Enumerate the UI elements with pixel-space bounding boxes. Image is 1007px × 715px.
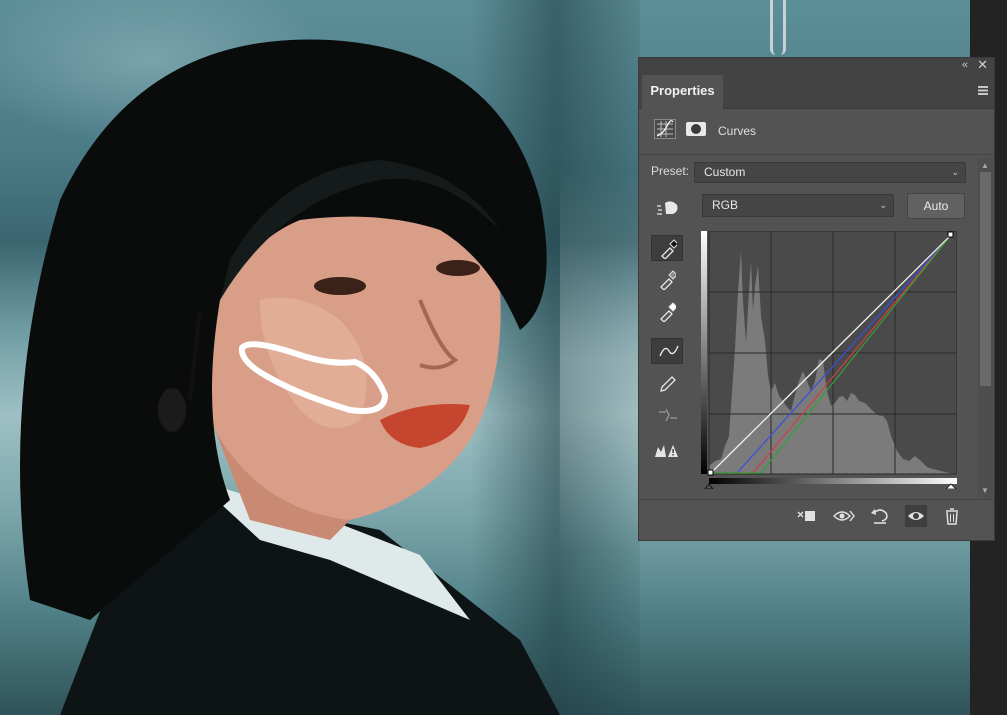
white-point-slider[interactable] [945,483,957,489]
draw-pencil-icon[interactable] [651,371,683,397]
panel-footer [639,499,994,532]
view-previous-state-icon[interactable] [832,505,855,527]
collapse-panel-icon[interactable]: « [962,59,968,71]
preset-value: Custom [704,165,746,179]
curve-point-white[interactable] [947,231,954,238]
channel-dropdown[interactable]: RGB ⌄ [702,194,894,217]
properties-panel: « ✕ Properties Curves Preset: Custom ⌄ R… [638,57,995,541]
sample-gray-point-icon[interactable] [651,267,683,293]
curves-adjustment-icon[interactable] [654,119,676,139]
panel-tab-row: Properties [639,75,994,109]
toggle-visibility-icon[interactable] [905,505,927,527]
edit-points-curve-icon[interactable] [651,338,683,364]
tab-properties[interactable]: Properties [642,75,723,109]
panel-scrollbar[interactable]: ▲ ▼ [978,158,993,498]
sample-white-point-icon[interactable] [651,299,683,325]
clipping-warning-icon[interactable] [651,438,683,464]
adjustment-title: Curves [718,124,757,138]
input-gradient-bar [709,478,957,484]
scroll-up-arrow-icon[interactable]: ▲ [981,161,989,170]
scroll-down-arrow-icon[interactable]: ▼ [981,486,989,495]
targeted-adjustment-hand-icon[interactable] [655,199,679,215]
black-point-slider[interactable] [704,483,714,489]
layer-mask-icon[interactable] [686,122,706,136]
panel-titlebar[interactable]: « ✕ [639,57,994,75]
channel-value: RGB [712,198,739,212]
preset-label: Preset: [651,164,690,178]
close-panel-icon[interactable]: ✕ [977,57,988,73]
curve-point-black[interactable] [707,469,714,476]
sample-black-point-icon[interactable] [651,235,683,261]
smooth-curve-icon[interactable] [651,403,683,429]
clip-to-layer-icon[interactable] [795,505,817,527]
scrollbar-thumb[interactable] [980,172,991,386]
auto-button[interactable]: Auto [907,193,965,219]
curves-graph[interactable] [701,231,957,489]
delete-icon[interactable] [941,505,963,527]
chevron-down-icon: ⌄ [879,200,887,210]
output-gradient-bar [701,231,707,474]
panel-menu-icon[interactable] [978,86,988,95]
adjustment-header: Curves [639,110,994,155]
reset-icon[interactable] [869,505,891,527]
preset-dropdown[interactable]: Custom ⌄ [694,162,966,183]
chevron-down-icon: ⌄ [951,167,959,177]
